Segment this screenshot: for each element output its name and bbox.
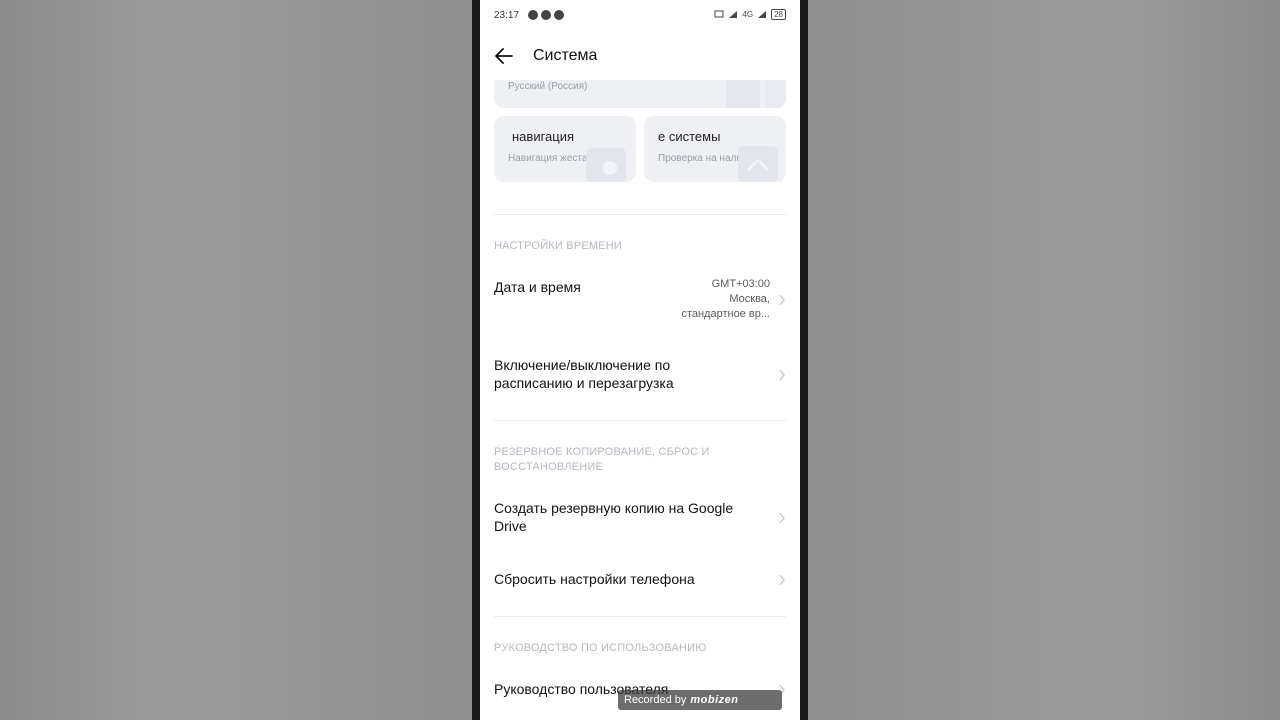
phone-bezel-right <box>800 0 808 720</box>
page-title: Система <box>533 47 598 64</box>
blurred-background-left <box>0 0 472 720</box>
section-header-backup-line1: РЕЗЕРВНОЕ КОПИРОВАНИЕ, СБРОС И <box>494 446 710 458</box>
google-drive-backup-label: Создать резервную копию на Google Drive <box>494 499 733 535</box>
divider <box>494 214 786 215</box>
section-header-guide: РУКОВОДСТВО ПО ИСПОЛЬЗОВАНИЮ <box>494 642 707 654</box>
chevron-right-icon <box>778 368 786 381</box>
section-header-time: НАСТРОЙКИ ВРЕМЕНИ <box>494 240 623 252</box>
divider <box>494 616 786 617</box>
status-bar: 23:17 4G 28 <box>494 8 786 24</box>
notification-whatsapp-icon <box>541 10 551 20</box>
google-drive-backup-label-line1: Создать резервную копию на Google <box>494 500 734 516</box>
recorder-brand-logo: mobizen <box>690 694 739 706</box>
chevron-right-icon <box>778 511 786 524</box>
recorded-by-label: Recorded by <box>624 694 687 706</box>
signal-icon <box>729 11 738 18</box>
quick-card-title: навигация <box>512 129 575 144</box>
reset-phone-label: Сбросить настройки телефона <box>494 571 695 587</box>
google-drive-backup-label-line2: Drive <box>494 518 527 534</box>
recording-watermark: Recorded by mobizen <box>618 690 782 710</box>
notification-chat-icon <box>554 10 564 20</box>
schedule-power-row[interactable]: Включение/выключение по расписанию и пер… <box>480 352 800 400</box>
blurred-background-right <box>808 0 1280 720</box>
language-card-illustration <box>726 80 786 108</box>
quick-card-title: е системы <box>658 129 721 144</box>
schedule-power-label: Включение/выключение по расписанию и пер… <box>494 356 674 392</box>
notification-icons <box>528 10 564 20</box>
chevron-right-icon <box>778 573 786 586</box>
battery-icon: 28 <box>771 9 786 20</box>
cast-icon <box>714 10 724 18</box>
app-bar: Система <box>480 38 800 74</box>
chevron-right-icon <box>778 293 786 306</box>
timezone-offset: GMT+03:00 <box>711 278 770 290</box>
reset-phone-row[interactable]: Сбросить настройки телефона <box>480 560 800 598</box>
language-card[interactable]: Русский (Россия) <box>494 80 786 108</box>
timezone-name: стандартное вр... <box>681 308 770 320</box>
schedule-power-label-line1: Включение/выключение по <box>494 357 671 373</box>
navigation-illustration <box>586 148 626 182</box>
network-type-label: 4G <box>742 10 754 19</box>
date-time-row[interactable]: Дата и время GMT+03:00 Москва, стандартн… <box>480 270 800 334</box>
back-button[interactable] <box>492 44 516 68</box>
timezone-city: Москва, <box>729 293 770 305</box>
section-header-backup: РЕЗЕРВНОЕ КОПИРОВАНИЕ, СБРОС И ВОССТАНОВ… <box>494 445 770 475</box>
quick-card-system-update[interactable]: е системы Проверка на наличи... <box>644 116 786 182</box>
phone-screen: 23:17 4G 28 Система Русский (Россия) нав… <box>480 0 800 720</box>
phone-bezel-left <box>472 0 480 720</box>
date-time-label: Дата и время <box>494 279 581 295</box>
google-drive-backup-row[interactable]: Создать резервную копию на Google Drive <box>480 494 800 542</box>
language-card-subtitle: Русский (Россия) <box>508 81 588 92</box>
notification-app-icon <box>528 10 538 20</box>
quick-card-navigation[interactable]: навигация Навигация жестами <box>494 116 636 182</box>
arrow-left-icon <box>495 48 513 64</box>
update-illustration <box>738 146 778 182</box>
schedule-power-label-line2: расписанию и перезагрузка <box>494 375 674 391</box>
signal-2-icon <box>758 11 767 18</box>
divider <box>494 420 786 421</box>
section-header-backup-line2: ВОССТАНОВЛЕНИЕ <box>494 461 603 473</box>
date-time-value: GMT+03:00 Москва, стандартное вр... <box>681 277 770 322</box>
status-time: 23:17 <box>494 10 520 21</box>
system-status-icons: 4G 28 <box>714 9 786 20</box>
